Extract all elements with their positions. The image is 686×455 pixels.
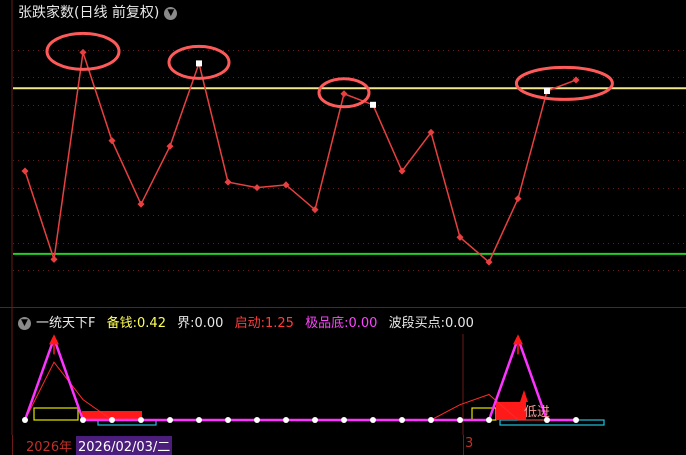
chart-title: 张跌家数(日线 前复权) ▼	[18, 2, 178, 22]
indicator-item-value: 0.00	[444, 316, 474, 331]
selected-date-label[interactable]: 2026/02/03/二	[76, 436, 173, 455]
baseline-point	[312, 417, 318, 423]
indicator-panel: 低进 ▼ 一统天下F 备钱:0.42 界:0.00 启动:1.25 极品底:0.0…	[0, 308, 686, 435]
indicator-name: 一统天下F	[36, 316, 96, 331]
baseline-point	[22, 417, 28, 423]
data-point	[108, 137, 116, 145]
indicator-item-label: 极品底:	[305, 316, 349, 331]
indicator-item-label: 界:	[177, 316, 195, 331]
indicator-item-value: 0.00	[194, 316, 224, 331]
signal-box-yellow	[33, 407, 79, 421]
main-chart-panel: 张跌家数(日线 前复权) ▼	[0, 0, 686, 308]
indicator-item-label: 备钱:	[106, 316, 138, 331]
indicator-item-value: 0.00	[348, 316, 378, 331]
data-point	[50, 255, 58, 263]
year-label: 2026年	[26, 440, 73, 455]
indicator-header: ▼ 一统天下F 备钱:0.42 界:0.00 启动:1.25 极品底:0.00 波…	[18, 312, 474, 331]
baseline-point	[109, 417, 115, 423]
data-point	[514, 195, 522, 203]
baseline-point	[225, 417, 231, 423]
signal-arrow-red	[520, 390, 528, 402]
chevron-down-icon[interactable]: ▼	[18, 317, 31, 330]
date-axis: 2026年 2026/02/03/二 3	[0, 435, 686, 455]
data-point	[79, 48, 87, 56]
series-line	[24, 52, 577, 264]
indicator-item-value: 0.42	[137, 316, 166, 331]
data-point	[21, 167, 29, 175]
highlight-point	[196, 60, 202, 67]
baseline-point	[167, 417, 173, 423]
baseline-point	[428, 417, 434, 423]
data-point	[166, 142, 174, 150]
baseline-point	[399, 417, 405, 423]
data-point	[340, 90, 348, 98]
main-chart	[0, 0, 686, 308]
indicator-item-value: 1.25	[264, 316, 294, 331]
chart-title-text: 张跌家数(日线 前复权)	[18, 5, 160, 21]
chevron-down-icon[interactable]: ▼	[164, 6, 178, 20]
baseline-point	[573, 417, 579, 423]
baseline-point	[457, 417, 463, 423]
data-point	[253, 184, 261, 192]
highlight-point	[544, 88, 550, 94]
indicator-item-label: 波段买点:	[388, 316, 445, 331]
data-point	[224, 178, 232, 186]
baseline-point	[370, 417, 376, 423]
baseline-point	[138, 417, 144, 423]
annotation-label: 低进	[524, 405, 550, 420]
baseline-point	[486, 417, 492, 423]
series-line-jipindi	[23, 334, 576, 422]
baseline-point	[283, 417, 289, 423]
highlight-point	[370, 101, 376, 108]
baseline-point	[196, 417, 202, 423]
data-point	[137, 200, 145, 208]
baseline-point	[80, 417, 86, 423]
baseline-point	[341, 417, 347, 423]
indicator-item-label: 启动:	[234, 316, 265, 331]
baseline-point	[254, 417, 260, 423]
highlight-circle	[514, 65, 614, 101]
month-label: 3	[465, 436, 474, 451]
